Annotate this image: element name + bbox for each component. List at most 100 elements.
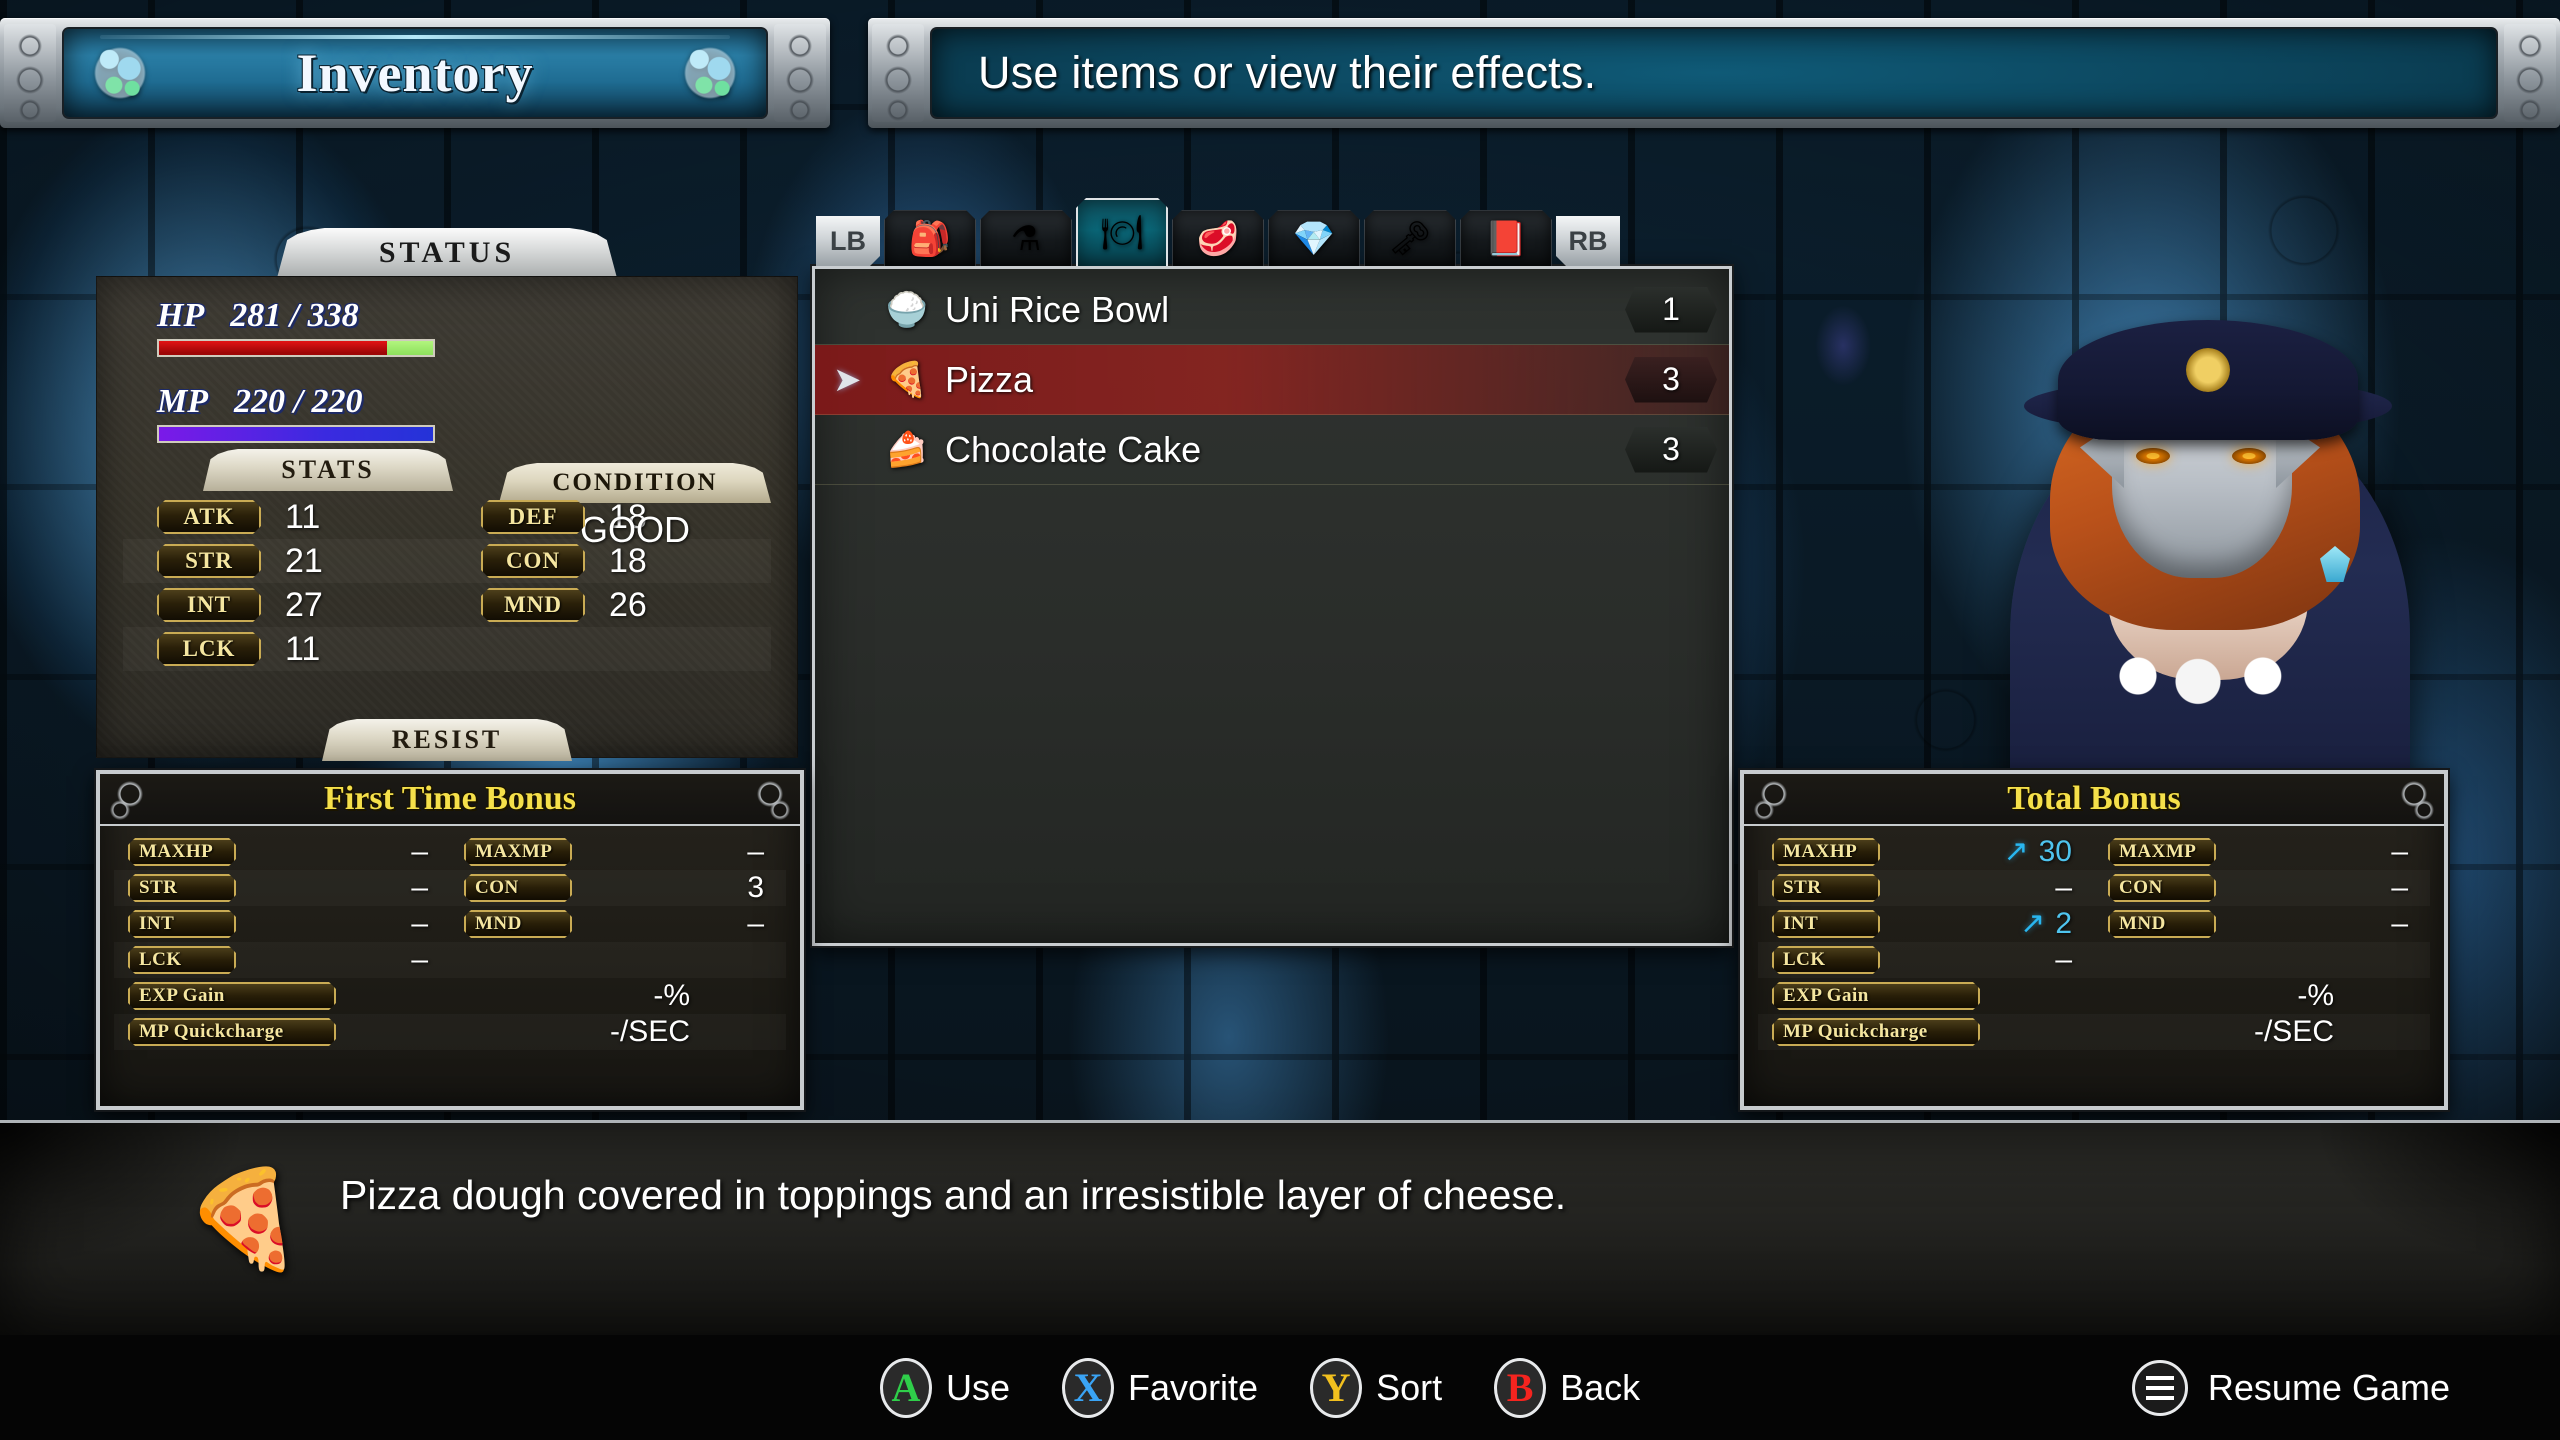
bonus-cell: LCK – [114, 943, 450, 977]
prompt-back[interactable]: B Back [1494, 1357, 1640, 1418]
bonus-cell: INT ↗ 2 [1758, 907, 2094, 941]
bonus-value-text: – [2391, 835, 2408, 868]
stat-value: 27 [285, 585, 323, 624]
prompt-use[interactable]: A Use [880, 1357, 1011, 1418]
items-area: LB 🎒 ⚗ 🍽 🥩 💎 🗝 📕 RB 🍚 Uni Rice Bowl 1 ➤ 🍕 Pizza 3 🍰 Ch… [812, 200, 1732, 1120]
hp-row: HP 281 / 338 [123, 297, 771, 357]
bonus-value: – [2216, 907, 2430, 941]
status-panel: STATUS HP 281 / 338 MP 220 / 220 CONDITI… [96, 228, 798, 761]
potion-icon: ⚗ [1010, 219, 1042, 258]
bonus-cell: MND – [450, 907, 786, 941]
button-x-icon: X [1062, 1357, 1115, 1418]
item-name: Uni Rice Bowl [945, 288, 1170, 330]
bonus-row-exp-gain: EXP Gain -% [1758, 978, 2430, 1014]
menu-icon [2131, 1359, 2188, 1416]
category-tab-food-plate[interactable]: 🍽 [1076, 198, 1168, 266]
bonus-value: – [2216, 835, 2430, 869]
item-list[interactable]: 🍚 Uni Rice Bowl 1 ➤ 🍕 Pizza 3 🍰 Chocolate Cake 3 [812, 266, 1732, 946]
mp-quickcharge-label-plate: MP Quickcharge [128, 1018, 336, 1046]
bonus-cell: MAXMP – [450, 835, 786, 869]
first-time-bonus-rows: MAXHP – MAXMP – STR – CON 3 INT – MND – LCK – EXP Gain… [100, 826, 800, 1050]
description-item-icon: 🍕 [184, 1166, 304, 1273]
category-tab-crystal[interactable]: 💎 [1268, 210, 1360, 266]
bonus-label-plate: STR [1772, 874, 1880, 902]
prompt-label: Use [946, 1366, 1011, 1408]
button-b-icon: B [1494, 1357, 1547, 1418]
bonus-value: – [236, 943, 450, 977]
stat-row: INT 27 MND 26 [123, 583, 771, 627]
exp-gain-label-plate: EXP Gain [1772, 982, 1980, 1010]
bonus-value-text: 2 [2055, 907, 2072, 940]
prompt-label: Sort [1376, 1366, 1443, 1408]
bonus-cell: MP Quickcharge -/SEC [1758, 1015, 2430, 1049]
bonus-row-exp-gain: EXP Gain -% [114, 978, 786, 1014]
resume-game-button[interactable]: Resume Game [2131, 1359, 2450, 1416]
hp-value: 281 / 338 [230, 297, 359, 334]
category-tab-potion[interactable]: ⚗ [980, 210, 1072, 266]
bonus-label-plate: MAXHP [1772, 838, 1880, 866]
page-title: Inventory [296, 43, 534, 103]
condition-header: CONDITION [499, 463, 771, 503]
bonus-value-text: – [2055, 943, 2072, 976]
left-bumper-hint[interactable]: LB [816, 216, 880, 266]
item-name: Chocolate Cake [945, 428, 1202, 470]
message-frame: Use items or view their effects. [868, 18, 2560, 128]
item-count: 1 [1625, 287, 1717, 333]
stat-row: LCK 11 [123, 627, 771, 671]
item-row[interactable]: 🍰 Chocolate Cake 3 [815, 415, 1729, 485]
mp-quickcharge-label-plate: MP Quickcharge [1772, 1018, 1980, 1046]
selection-arrow-icon: ➤ [833, 360, 862, 399]
bonus-value: – [236, 835, 450, 869]
bonus-label-plate: STR [128, 874, 236, 902]
category-tabs: 🎒 ⚗ 🍽 🥩 💎 🗝 📕 [884, 198, 1552, 266]
bonus-label-plate: MND [464, 910, 572, 938]
key-icon: 🗝 [1388, 219, 1432, 258]
status-header: STATUS [277, 228, 617, 278]
stat-up-arrow-icon: ↗ [2003, 835, 2029, 868]
bonus-value-text: – [747, 835, 764, 868]
prompt-sort[interactable]: Y Sort [1310, 1357, 1443, 1418]
bonus-label-plate: MND [2108, 910, 2216, 938]
bonus-value-text: – [747, 907, 764, 940]
stat-value: 11 [285, 629, 321, 668]
stats-header: STATS [203, 449, 453, 491]
bonus-cell: CON – [2094, 871, 2430, 905]
book-icon: 📕 [1484, 219, 1528, 258]
bonus-value: ↗ 2 [1880, 907, 2094, 941]
item-name: Pizza [945, 358, 1034, 400]
bonus-value-text: 30 [2038, 835, 2072, 868]
bonus-label-plate: CON [464, 874, 572, 902]
item-description-bar: 🍕 Pizza dough covered in toppings and an… [0, 1120, 2560, 1338]
first-time-bonus-title: First Time Bonus [100, 774, 800, 826]
bonus-value: ↗ 30 [1880, 835, 2094, 869]
resist-header: RESIST [322, 719, 572, 761]
item-icon: 🍚 [885, 290, 929, 329]
category-tab-book[interactable]: 📕 [1460, 210, 1552, 266]
total-bonus-title: Total Bonus [1744, 774, 2444, 826]
category-tab-bag[interactable]: 🎒 [884, 210, 976, 266]
description-text: Pizza dough covered in toppings and an i… [340, 1172, 1567, 1218]
bonus-label-plate: MAXMP [2108, 838, 2216, 866]
footer-button-bar: A Use X Favorite Y Sort B Back Resume Game [0, 1335, 2560, 1440]
right-bumper-hint[interactable]: RB [1556, 216, 1620, 266]
bonus-value-text: – [2391, 871, 2408, 904]
bonus-row: MAXHP ↗ 30 MAXMP – [1758, 834, 2430, 870]
stat-label-plate: CON [481, 544, 585, 578]
bonus-value-text: – [411, 835, 428, 868]
bonus-row-mp-quickcharge: MP Quickcharge -/SEC [1758, 1014, 2430, 1050]
item-row[interactable]: ➤ 🍕 Pizza 3 [815, 345, 1729, 415]
bonus-value: – [236, 907, 450, 941]
category-tab-key[interactable]: 🗝 [1364, 210, 1456, 266]
stat-value: 26 [609, 585, 647, 624]
prompt-favorite[interactable]: X Favorite [1062, 1357, 1259, 1418]
food-plate-icon: 🍽 [1100, 214, 1144, 252]
hp-bar [157, 339, 435, 357]
bonus-value-text: – [411, 943, 428, 976]
item-row[interactable]: 🍚 Uni Rice Bowl 1 [815, 275, 1729, 345]
prompt-label: Favorite [1128, 1366, 1259, 1408]
total-bonus-panel: Total Bonus MAXHP ↗ 30 MAXMP – STR – CON – INT ↗ 2 M… [1740, 770, 2448, 1110]
bonus-row-mp-quickcharge: MP Quickcharge -/SEC [114, 1014, 786, 1050]
category-tab-meat[interactable]: 🥩 [1172, 210, 1264, 266]
bonus-cell: STR – [114, 871, 450, 905]
stat-label-plate: STR [157, 544, 261, 578]
